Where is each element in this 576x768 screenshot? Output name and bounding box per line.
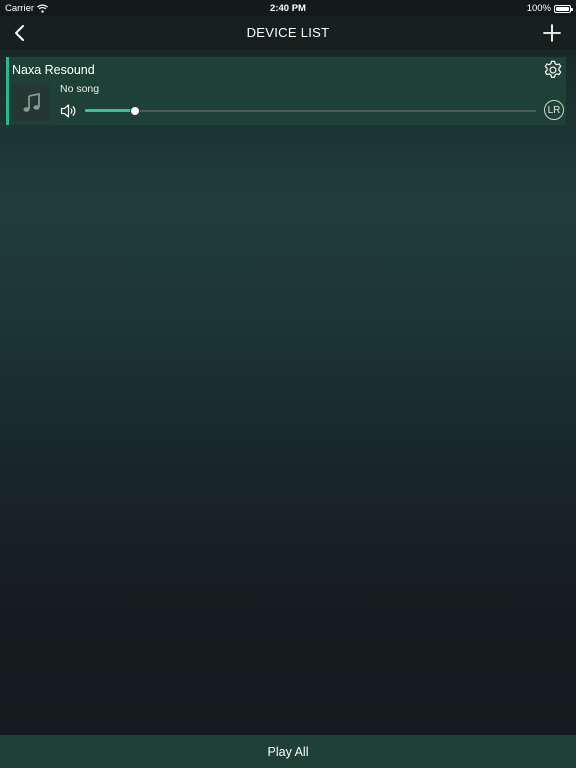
music-note-icon xyxy=(23,92,40,112)
battery-icon xyxy=(554,4,573,13)
status-bar: Carrier 2:40 PM 100% xyxy=(0,0,576,16)
volume-thumb[interactable] xyxy=(129,106,140,116)
volume-track xyxy=(85,110,536,112)
volume-slider[interactable] xyxy=(85,106,536,116)
volume-fill xyxy=(85,109,135,112)
plus-icon[interactable] xyxy=(542,23,562,43)
nav-bar: DEVICE LIST xyxy=(0,16,576,50)
device-card[interactable]: Naxa Resound No song LR xyxy=(6,57,566,125)
lr-channel-button[interactable]: LR xyxy=(544,100,564,120)
play-all-button[interactable]: Play All xyxy=(0,735,576,768)
clock: 2:40 PM xyxy=(270,3,306,14)
song-title: No song xyxy=(60,83,100,95)
album-art xyxy=(13,84,50,121)
battery-percent: 100% xyxy=(526,3,551,14)
page-title: DEVICE LIST xyxy=(246,25,330,40)
device-name: Naxa Resound xyxy=(12,63,95,77)
gear-icon[interactable] xyxy=(542,59,564,81)
battery-group: 100% xyxy=(526,3,573,14)
speaker-volume-icon[interactable] xyxy=(60,103,78,119)
